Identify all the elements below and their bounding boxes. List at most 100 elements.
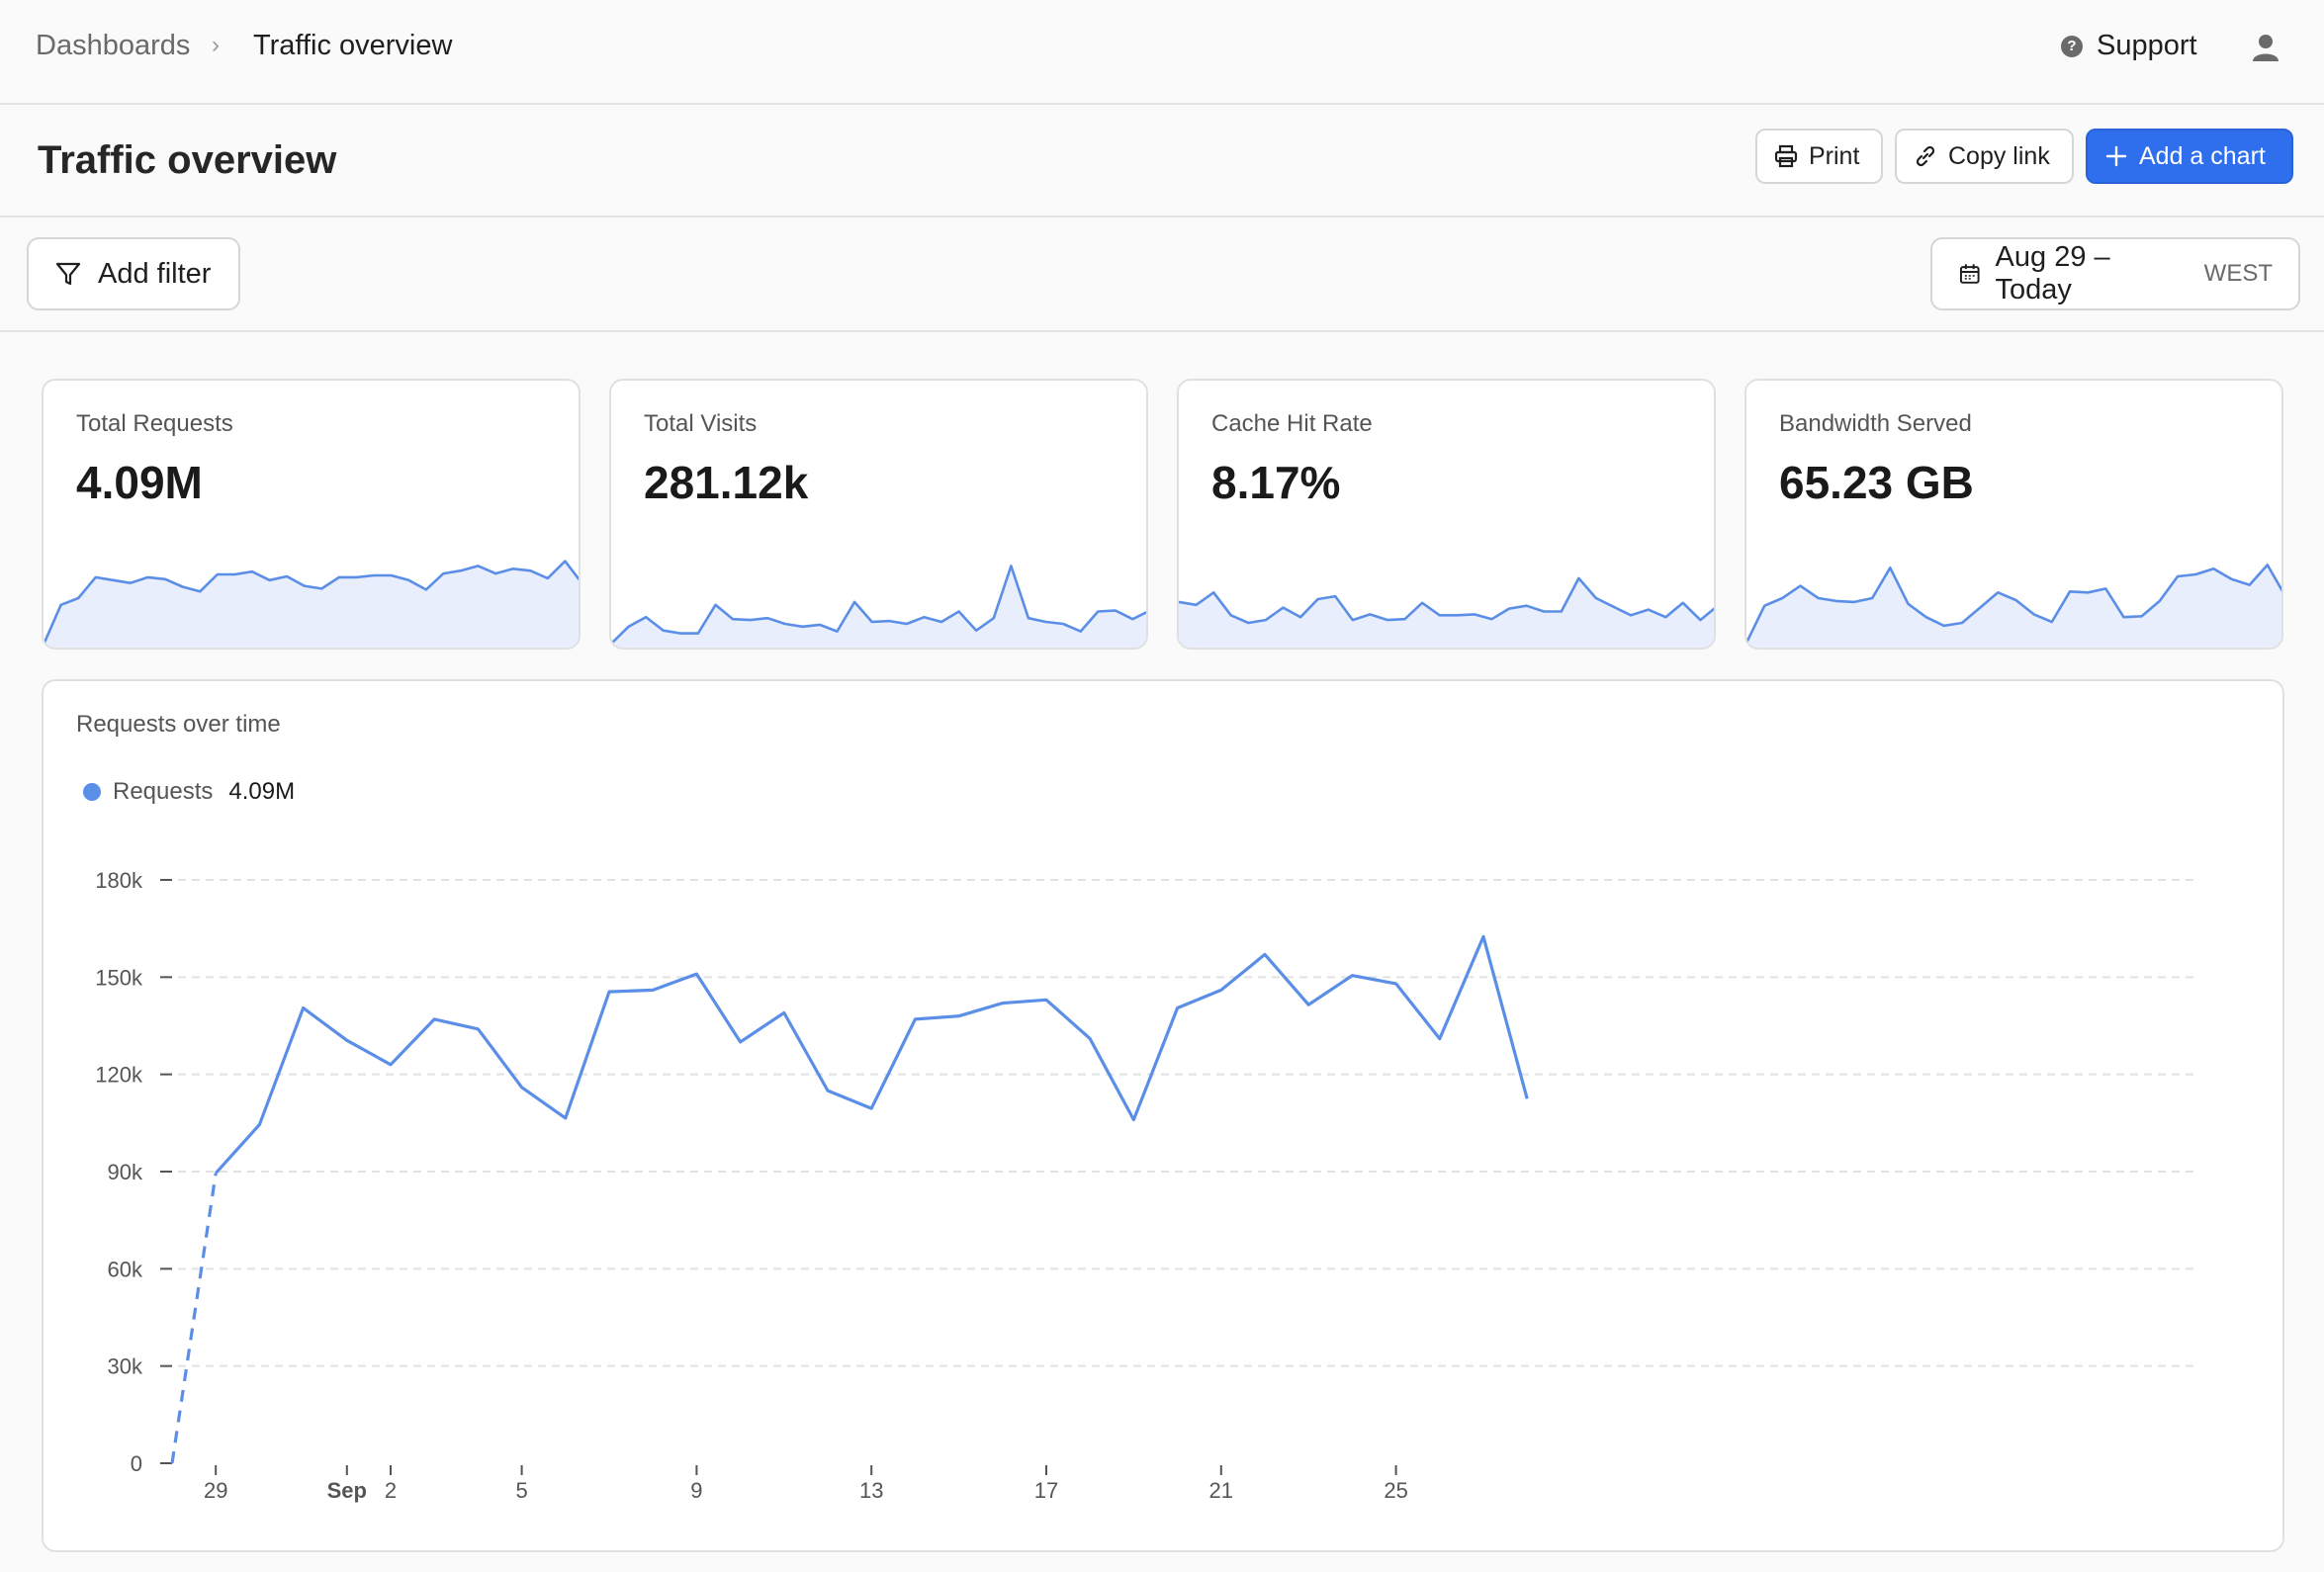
- date-range-picker[interactable]: Aug 29 – Today WEST: [1930, 237, 2300, 310]
- x-tick-label: 13: [859, 1478, 883, 1503]
- top-bar: Dashboards › Traffic overview ? Support: [0, 0, 2324, 105]
- data-point: [298, 1002, 310, 1013]
- stat-label: Total Visits: [644, 410, 758, 437]
- stat-value: 281.12k: [644, 457, 809, 508]
- x-tick-label: 17: [1034, 1478, 1058, 1503]
- sparkline-area: [44, 561, 579, 648]
- legend-series-value: 4.09M: [228, 778, 296, 805]
- data-point: [1390, 978, 1402, 990]
- breadcrumb-current: Traffic overview: [253, 30, 453, 61]
- data-point: [560, 1112, 572, 1124]
- timezone-label: WEST: [2203, 260, 2273, 287]
- stat-card-bandwidth-served[interactable]: Bandwidth Served 65.23 GB: [1744, 379, 2283, 650]
- print-label: Print: [1809, 141, 1860, 170]
- data-point: [909, 1013, 921, 1025]
- data-point: [822, 1085, 834, 1096]
- x-tick-label: 21: [1209, 1478, 1233, 1503]
- stat-label: Bandwidth Served: [1779, 410, 1972, 437]
- data-point: [1346, 970, 1358, 982]
- filter-icon: [55, 262, 81, 286]
- sparkline: [44, 560, 579, 648]
- requests-line-chart[interactable]: 030k60k90k120k150k180k29 Sep 2 5 9 13 17 21 25: [44, 681, 2286, 1554]
- page-title: Traffic overview: [38, 138, 337, 182]
- stat-label: Total Requests: [76, 410, 233, 437]
- data-point: [1215, 984, 1227, 996]
- add-chart-button[interactable]: Add a chart: [2086, 129, 2293, 184]
- stat-card-cache-hit-rate[interactable]: Cache Hit Rate 8.17%: [1177, 379, 1716, 650]
- data-point: [472, 1023, 484, 1035]
- x-tick-label: 5: [515, 1478, 527, 1503]
- stat-value: 65.23 GB: [1779, 457, 1974, 508]
- x-tick-label: 25: [1384, 1478, 1407, 1503]
- data-point: [1172, 1002, 1184, 1013]
- calendar-icon: [1959, 264, 1980, 284]
- data-point: [647, 984, 659, 996]
- y-tick-label: 90k: [108, 1160, 143, 1184]
- stat-card-total-visits[interactable]: Total Visits 281.12k: [609, 379, 1148, 650]
- chevron-right-icon: ›: [212, 32, 220, 58]
- page-header: Traffic overview Print Copy link Add a c…: [0, 105, 2324, 218]
- legend-series-name: Requests: [113, 778, 214, 805]
- data-point: [997, 998, 1009, 1009]
- data-point: [1259, 948, 1271, 960]
- x-tick-label: 9: [690, 1478, 702, 1503]
- data-point: [778, 1006, 790, 1018]
- help-circle-icon: ?: [2061, 35, 2083, 57]
- support-label: Support: [2097, 30, 2197, 61]
- print-button[interactable]: Print: [1755, 129, 1883, 184]
- sparkline: [1746, 564, 2281, 648]
- data-point: [1302, 999, 1314, 1010]
- series-line-partial: [170, 1173, 218, 1464]
- stat-card-total-requests[interactable]: Total Requests 4.09M: [42, 379, 581, 650]
- data-point: [690, 968, 702, 980]
- data-point: [385, 1059, 397, 1071]
- plus-icon: [2105, 145, 2127, 167]
- filter-bar: Add filter Aug 29 – Today WEST: [0, 218, 2324, 332]
- sparkline: [611, 565, 1146, 648]
- y-tick-label: 150k: [95, 965, 143, 990]
- x-tick-label: 29: [204, 1478, 227, 1503]
- data-point: [603, 986, 615, 998]
- support-link[interactable]: ? Support: [2061, 30, 2197, 62]
- stat-value: 8.17%: [1211, 457, 1341, 508]
- data-point: [1521, 1092, 1533, 1104]
- data-point: [253, 1118, 265, 1130]
- sparkline-area: [611, 566, 1146, 648]
- y-tick-label: 30k: [108, 1354, 143, 1379]
- requests-chart-card: 0 30k 60k 90k 120k 150k 180k 29 Sep 2 5 9 13 17 21 25 R…: [42, 679, 2284, 1552]
- stat-label: Cache Hit Rate: [1211, 410, 1373, 437]
- data-point: [210, 1168, 222, 1179]
- y-tick-label: 180k: [95, 868, 143, 893]
- data-point: [953, 1010, 965, 1022]
- chart-legend[interactable]: Requests 4.09M: [83, 778, 295, 806]
- y-tick-label: 0: [131, 1451, 142, 1476]
- printer-icon: [1774, 144, 1798, 168]
- y-tick-label: 60k: [108, 1257, 143, 1281]
- breadcrumb-dashboards[interactable]: Dashboards: [36, 30, 190, 62]
- data-point: [735, 1036, 747, 1048]
- x-tick-label: 2: [385, 1478, 397, 1503]
- user-icon[interactable]: [2251, 33, 2280, 62]
- data-point: [341, 1034, 353, 1046]
- data-point: [1434, 1033, 1446, 1045]
- copy-link-button[interactable]: Copy link: [1895, 129, 2074, 184]
- add-filter-label: Add filter: [98, 257, 212, 290]
- data-point: [428, 1013, 440, 1025]
- chart-title: Requests over time: [76, 711, 281, 738]
- data-point: [1084, 1033, 1096, 1045]
- data-point: [1040, 994, 1052, 1005]
- data-point: [1127, 1114, 1139, 1126]
- series-line-requests: [215, 934, 1529, 1175]
- link-icon: [1916, 145, 1935, 167]
- copy-link-label: Copy link: [1948, 141, 2050, 170]
- date-range-label: Aug 29 – Today: [1995, 241, 2110, 306]
- data-point: [865, 1102, 877, 1114]
- add-filter-button[interactable]: Add filter: [27, 237, 240, 310]
- data-point: [516, 1082, 528, 1093]
- legend-dot-icon: [83, 783, 101, 801]
- y-tick-label: 120k: [95, 1063, 143, 1088]
- stat-value: 4.09M: [76, 457, 203, 508]
- sparkline: [1179, 576, 1714, 648]
- x-tick-label: Sep: [327, 1478, 367, 1503]
- data-point: [166, 1457, 178, 1469]
